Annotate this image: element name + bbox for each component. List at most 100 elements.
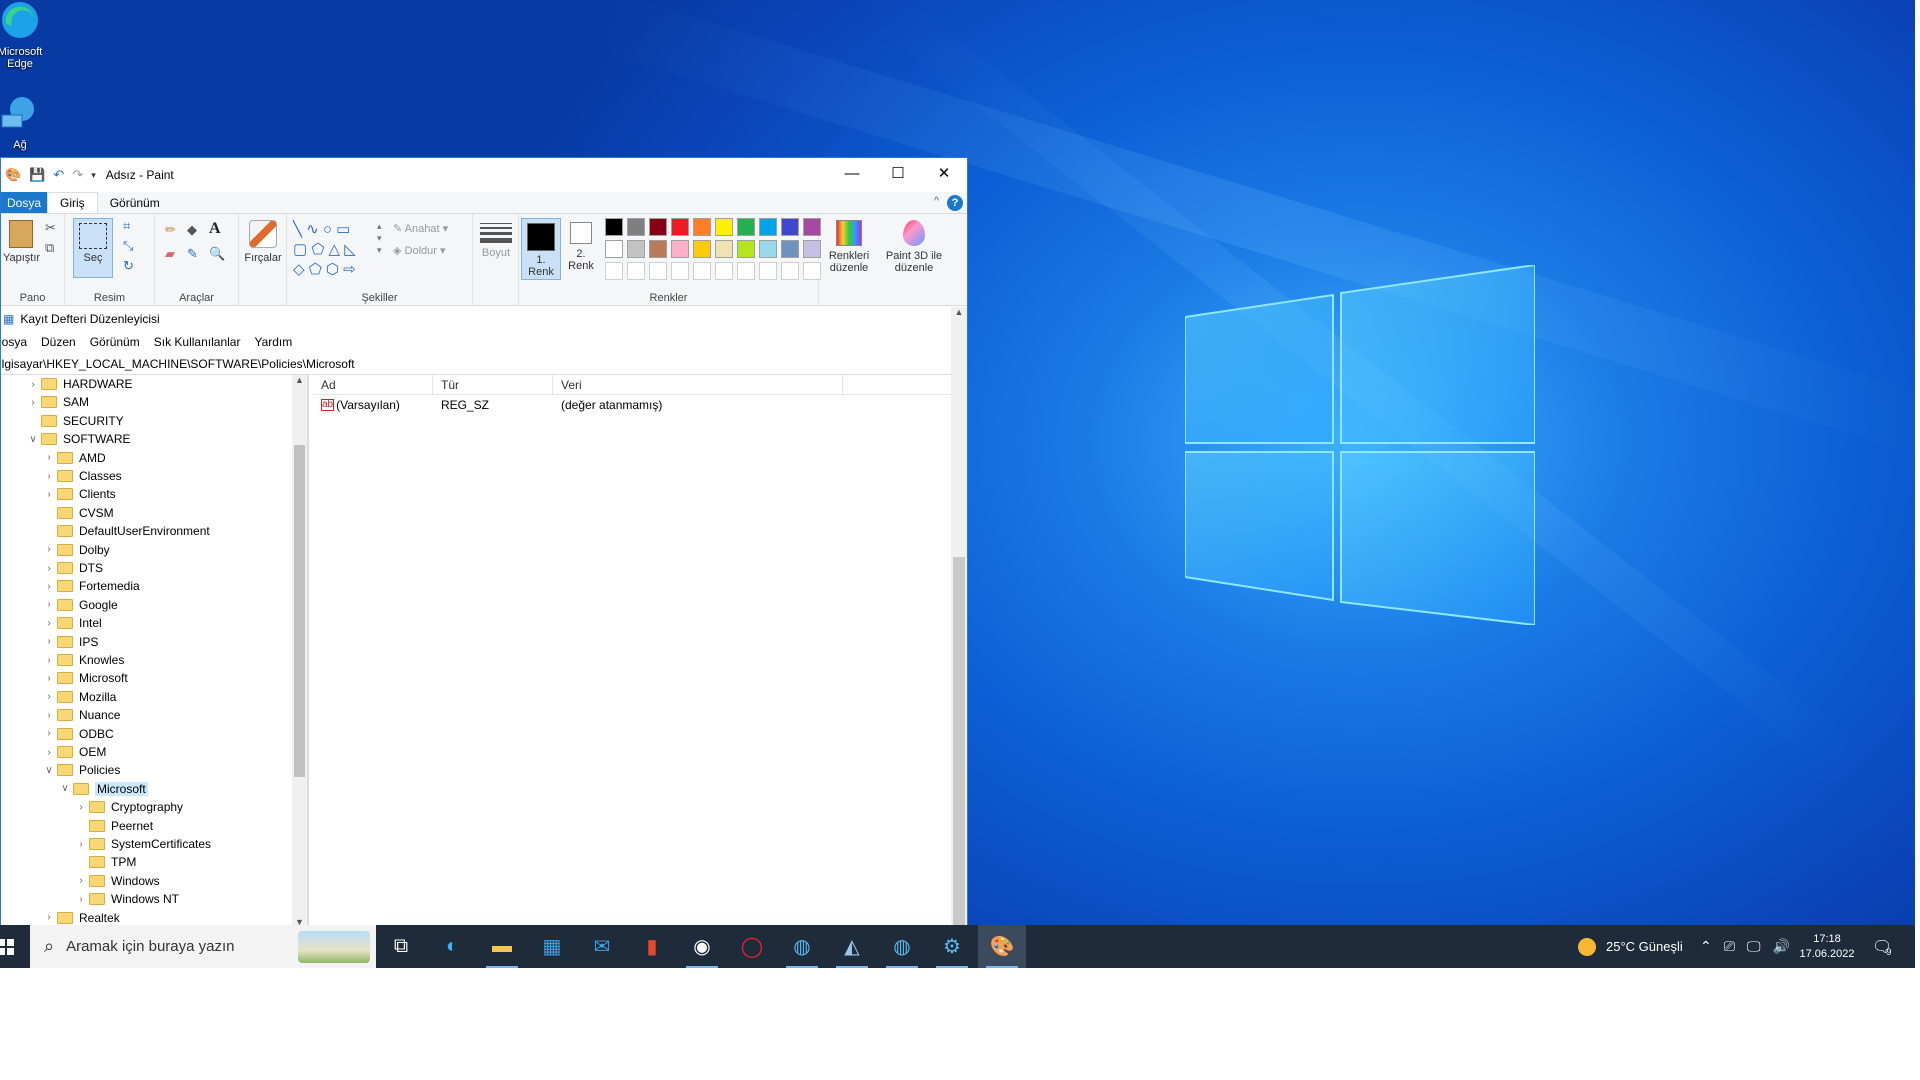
close-button[interactable]: ✕	[921, 158, 967, 188]
chevron-down-icon[interactable]: ∨	[27, 434, 39, 445]
tree-node[interactable]: › ODBC	[43, 725, 113, 743]
color1-button[interactable]: 1. Renk	[521, 218, 561, 280]
chevron-right-icon[interactable]: ›	[75, 839, 87, 850]
help-icon[interactable]: ?	[947, 195, 963, 211]
show-hidden-icons-icon[interactable]: ⌃	[1700, 938, 1712, 955]
tree-scroll-thumb[interactable]	[294, 445, 305, 777]
tree-node[interactable]: SECURITY	[27, 412, 124, 430]
tree-node[interactable]: › IPS	[43, 633, 98, 651]
chevron-right-icon[interactable]: ›	[43, 912, 55, 923]
tree-node[interactable]: ∨ Microsoft	[59, 780, 148, 798]
color-swatch[interactable]	[781, 218, 799, 236]
chevron-right-icon[interactable]: ›	[43, 691, 55, 702]
address-bar[interactable]: Bilgisayar\HKEY_LOCAL_MACHINE\SOFTWARE\P…	[1, 353, 951, 375]
taskbar-opera-icon[interactable]: ◯	[728, 925, 776, 968]
tree-node[interactable]: › Realtek	[43, 909, 119, 927]
color-swatch[interactable]	[649, 262, 667, 280]
color-picker-icon[interactable]: ✎	[187, 246, 198, 262]
edit-colors-button[interactable]: Renkleri düzenle	[821, 220, 877, 274]
tab-file[interactable]: Dosya	[1, 192, 48, 213]
color-swatch[interactable]	[737, 240, 755, 258]
tree-node[interactable]: › OEM	[43, 743, 106, 761]
color-swatch[interactable]	[693, 218, 711, 236]
taskbar-mail-icon[interactable]: ✉	[578, 925, 626, 968]
start-button[interactable]	[0, 925, 30, 968]
chevron-right-icon[interactable]: ›	[43, 655, 55, 666]
maximize-button[interactable]: ☐	[875, 158, 921, 188]
desktop-icon-network[interactable]: Ağ	[0, 93, 50, 151]
taskbar-store-icon[interactable]: ▦	[528, 925, 576, 968]
color-swatch[interactable]	[715, 262, 733, 280]
menu-edit[interactable]: Düzen	[41, 335, 76, 349]
chevron-right-icon[interactable]: ›	[75, 875, 87, 886]
color-swatch[interactable]	[671, 262, 689, 280]
color-swatch[interactable]	[737, 218, 755, 236]
volume-icon[interactable]: 🔊	[1772, 938, 1789, 955]
tree-node[interactable]: › Google	[43, 596, 117, 614]
select-button[interactable]: Seç	[73, 218, 113, 278]
taskbar-chrome-icon[interactable]: ◉	[678, 925, 726, 968]
menu-view[interactable]: Görünüm	[90, 335, 140, 349]
color-swatch[interactable]	[671, 218, 689, 236]
taskbar-regedit-icon[interactable]: ⚙	[928, 925, 976, 968]
color-swatch[interactable]	[715, 218, 733, 236]
scroll-up-icon[interactable]: ▲	[292, 375, 307, 385]
tree-node[interactable]: › Fortemedia	[43, 577, 139, 595]
menu-favorites[interactable]: Sık Kullanılanlar	[154, 335, 241, 349]
tree-node[interactable]: › Intel	[43, 614, 101, 632]
tab-home[interactable]: Giriş	[47, 192, 98, 213]
color-swatch[interactable]	[759, 218, 777, 236]
chevron-right-icon[interactable]: ›	[43, 618, 55, 629]
color-swatch[interactable]	[649, 240, 667, 258]
taskbar-office-icon[interactable]: ▮	[628, 925, 676, 968]
tree-node[interactable]: › Knowles	[43, 651, 124, 669]
color-swatch[interactable]	[693, 240, 711, 258]
crop-icon[interactable]: ⌗	[123, 218, 130, 234]
tree-node[interactable]: › AMD	[43, 449, 105, 467]
tree-node[interactable]: › SAM	[27, 393, 89, 411]
scroll-up-icon[interactable]: ▲	[951, 307, 967, 317]
brushes-button[interactable]: Fırçalar	[241, 220, 285, 264]
color-swatch[interactable]	[781, 262, 799, 280]
rotate-icon[interactable]: ↻	[123, 258, 134, 274]
tree-node[interactable]: › Microsoft	[43, 669, 127, 687]
canvas-scrollbar[interactable]: ▲	[951, 307, 967, 929]
chevron-right-icon[interactable]: ›	[27, 397, 39, 408]
undo-icon[interactable]: ↶	[53, 167, 64, 183]
tree-node[interactable]: › DTS	[43, 559, 103, 577]
size-button[interactable]: Boyut	[477, 220, 515, 259]
chevron-right-icon[interactable]: ›	[43, 599, 55, 610]
color-swatch[interactable]	[693, 262, 711, 280]
chevron-right-icon[interactable]: ›	[43, 452, 55, 463]
paint3d-button[interactable]: Paint 3D ile düzenle	[881, 220, 947, 274]
tree-node[interactable]: › Clients	[43, 485, 115, 503]
taskbar-app-icon[interactable]: ◍	[878, 925, 926, 968]
menu-file[interactable]: Dosya	[1, 335, 27, 349]
chevron-down-icon[interactable]: ∨	[43, 765, 55, 776]
tree-node[interactable]: › SystemCertificates	[75, 835, 211, 853]
color-swatch[interactable]	[627, 262, 645, 280]
shapes-scroll-icon[interactable]: ▴ ▾ ▾	[377, 220, 382, 256]
chevron-right-icon[interactable]: ›	[43, 581, 55, 592]
menu-help[interactable]: Yardım	[254, 335, 292, 349]
list-item[interactable]: ab (Varsayılan) REG_SZ (değer atanmamış)	[313, 395, 951, 415]
color-swatch[interactable]	[671, 240, 689, 258]
pencil-icon[interactable]: ✏	[165, 222, 176, 238]
tree-node[interactable]: › Cryptography	[75, 798, 183, 816]
column-data[interactable]: Veri	[553, 375, 843, 394]
chevron-right-icon[interactable]: ›	[43, 636, 55, 647]
chevron-right-icon[interactable]: ›	[43, 563, 55, 574]
taskbar-search-box[interactable]: ⌕ Aramak için buraya yazın	[30, 925, 376, 968]
color-swatch[interactable]	[605, 218, 623, 236]
color-swatch[interactable]	[759, 240, 777, 258]
text-icon[interactable]: A	[209, 220, 221, 238]
chevron-right-icon[interactable]: ›	[43, 489, 55, 500]
tab-view[interactable]: Görünüm	[98, 192, 172, 213]
network-icon[interactable]: 🖵	[1747, 938, 1761, 955]
tree-node[interactable]: TPM	[75, 853, 136, 871]
tree-node[interactable]: ∨ SOFTWARE	[27, 430, 130, 448]
eraser-icon[interactable]: ▰	[165, 246, 175, 262]
paste-button[interactable]: Yapıştır	[3, 220, 40, 264]
resize-icon[interactable]: ⤡	[123, 238, 133, 254]
copy-icon[interactable]: ⧉	[45, 240, 54, 256]
